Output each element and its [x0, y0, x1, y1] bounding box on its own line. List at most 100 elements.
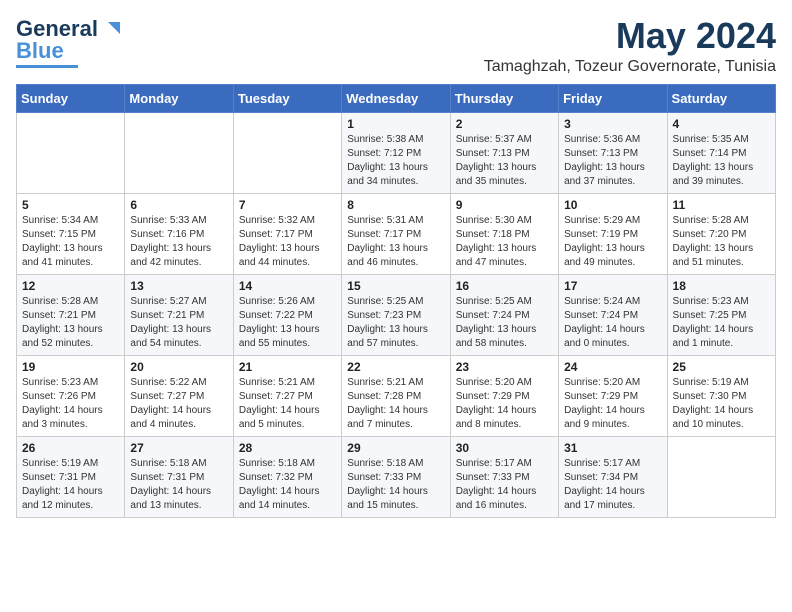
- day-content: Sunrise: 5:21 AMSunset: 7:28 PMDaylight:…: [347, 376, 444, 432]
- day-content: Sunrise: 5:19 AM Sunset: 7:30 PM Daylight:…: [673, 376, 770, 432]
- day-info-line: Sunset: 7:17 PM: [239, 229, 313, 240]
- day-info-line: Sunset: 7:31 PM: [22, 472, 96, 483]
- day-info-line: Daylight: 13 hours: [564, 162, 645, 173]
- calendar-cell: [667, 436, 775, 517]
- day-content: Sunrise: 5:24 AMSunset: 7:24 PMDaylight:…: [564, 295, 661, 351]
- calendar-cell: 31Sunrise: 5:17 AMSunset: 7:34 PMDayligh…: [559, 436, 667, 517]
- day-number: 17: [564, 279, 661, 293]
- day-info-line: Sunrise: 5:21 AM: [239, 377, 315, 388]
- day-info-line: Daylight: 14 hours: [22, 486, 103, 497]
- day-number: 6: [130, 198, 227, 212]
- day-info-line: Sunset: 7:27 PM: [130, 391, 204, 402]
- day-info-line: Sunrise: 5:20 AM: [564, 377, 640, 388]
- day-content: Sunrise: 5:18 AMSunset: 7:31 PMDaylight:…: [130, 457, 227, 513]
- day-info-line: Sunrise: 5:23 AM: [22, 377, 98, 388]
- day-info-line: Daylight: 13 hours: [22, 243, 103, 254]
- day-info-line: Sunset: 7:26 PM: [22, 391, 96, 402]
- day-content: Sunrise: 5:17 AMSunset: 7:33 PMDaylight:…: [456, 457, 553, 513]
- day-info-line: and 0 minutes.: [564, 338, 630, 349]
- calendar-cell: 5Sunrise: 5:34 AMSunset: 7:15 PMDaylight…: [17, 193, 125, 274]
- calendar-cell: 8Sunrise: 5:31 AMSunset: 7:17 PMDaylight…: [342, 193, 450, 274]
- day-info-line: and 35 minutes.: [456, 176, 527, 187]
- day-number: 21: [239, 360, 336, 374]
- day-info-line: Daylight: 13 hours: [456, 324, 537, 335]
- logo-underline: [16, 65, 78, 68]
- day-info-line: and 54 minutes.: [130, 338, 201, 349]
- day-info-line: and 17 minutes.: [564, 500, 635, 511]
- day-content: Sunrise: 5:22 AMSunset: 7:27 PMDaylight:…: [130, 376, 227, 432]
- day-info-line: Sunset: 7:30 PM: [673, 391, 747, 402]
- day-number: 22: [347, 360, 444, 374]
- day-content: Sunrise: 5:33 AMSunset: 7:16 PMDaylight:…: [130, 214, 227, 270]
- day-info-line: Sunrise: 5:26 AM: [239, 296, 315, 307]
- day-number: 15: [347, 279, 444, 293]
- day-info-line: Sunset: 7:27 PM: [239, 391, 313, 402]
- day-info-line: Daylight: 13 hours: [347, 324, 428, 335]
- week-row-5: 26Sunrise: 5:19 AMSunset: 7:31 PMDayligh…: [17, 436, 776, 517]
- day-info-line: and 14 minutes.: [239, 500, 310, 511]
- day-info-line: Sunset: 7:34 PM: [564, 472, 638, 483]
- day-number: 20: [130, 360, 227, 374]
- day-content: Sunrise: 5:25 AMSunset: 7:24 PMDaylight:…: [456, 295, 553, 351]
- calendar-cell: 17 Sunrise: 5:24 AMSunset: 7:24 PMDayligh…: [559, 274, 667, 355]
- day-content: Sunrise: 5:38 AMSunset: 7:12 PMDaylight:…: [347, 133, 444, 189]
- calendar-cell: 27 Sunrise: 5:18 AMSunset: 7:31 PMDayligh…: [125, 436, 233, 517]
- calendar-table: SundayMondayTuesdayWednesdayThursdayFrid…: [16, 84, 776, 518]
- day-info-line: Sunset: 7:16 PM: [130, 229, 204, 240]
- calendar-cell: 15Sunrise: 5:25 AMSunset: 7:23 PMDayligh…: [342, 274, 450, 355]
- location: Tamaghzah, Tozeur Governorate, Tunisia: [484, 58, 776, 76]
- day-content: Sunrise: 5:28 AMSunset: 7:20 PMDaylight:…: [673, 214, 770, 270]
- header-cell-saturday: Saturday: [667, 84, 775, 112]
- day-number: 25: [673, 360, 770, 374]
- day-info-line: and 55 minutes.: [239, 338, 310, 349]
- day-info-line: Daylight: 14 hours: [673, 405, 754, 416]
- day-info-line: Sunrise: 5:18 AM: [239, 458, 315, 469]
- day-info-line: Sunset: 7:25 PM: [673, 310, 747, 321]
- day-number: 24: [564, 360, 661, 374]
- calendar-cell: 20 Sunrise: 5:22 AMSunset: 7:27 PMDayligh…: [125, 355, 233, 436]
- day-number: 3: [564, 117, 661, 131]
- day-info-line: Sunset: 7:29 PM: [456, 391, 530, 402]
- calendar-cell: [17, 112, 125, 193]
- day-info-line: Daylight: 13 hours: [347, 162, 428, 173]
- day-content: Sunrise: 5:19 AMSunset: 7:31 PMDaylight:…: [22, 457, 119, 513]
- day-number: 27: [130, 441, 227, 455]
- calendar-cell: 21Sunrise: 5:21 AMSunset: 7:27 PMDayligh…: [233, 355, 341, 436]
- day-info-line: Daylight: 13 hours: [130, 324, 211, 335]
- day-content: Sunrise: 5:23 AMSunset: 7:26 PMDaylight:…: [22, 376, 119, 432]
- day-info-line: and 4 minutes.: [130, 419, 196, 430]
- day-info-line: Sunset: 7:33 PM: [456, 472, 530, 483]
- header-cell-tuesday: Tuesday: [233, 84, 341, 112]
- calendar-cell: 28Sunrise: 5:18 AMSunset: 7:32 PMDayligh…: [233, 436, 341, 517]
- header-row: SundayMondayTuesdayWednesdayThursdayFrid…: [17, 84, 776, 112]
- day-info-line: Daylight: 14 hours: [239, 486, 320, 497]
- calendar-cell: 11Sunrise: 5:28 AMSunset: 7:20 PMDayligh…: [667, 193, 775, 274]
- day-info-line: and 37 minutes.: [564, 176, 635, 187]
- day-info-line: Daylight: 13 hours: [456, 162, 537, 173]
- day-info-line: Sunset: 7:17 PM: [347, 229, 421, 240]
- week-row-4: 19Sunrise: 5:23 AMSunset: 7:26 PMDayligh…: [17, 355, 776, 436]
- day-number: 16: [456, 279, 553, 293]
- day-info-line: Daylight: 13 hours: [22, 324, 103, 335]
- day-info-line: Sunset: 7:24 PM: [456, 310, 530, 321]
- day-info-line: and 42 minutes.: [130, 257, 201, 268]
- calendar-cell: 13Sunrise: 5:27 AMSunset: 7:21 PMDayligh…: [125, 274, 233, 355]
- day-number: 12: [22, 279, 119, 293]
- day-info-line: Sunrise: 5:36 AM: [564, 134, 640, 145]
- day-number: 5: [22, 198, 119, 212]
- day-content: Sunrise: 5:18 AMSunset: 7:33 PMDaylight:…: [347, 457, 444, 513]
- header-cell-wednesday: Wednesday: [342, 84, 450, 112]
- header-cell-friday: Friday: [559, 84, 667, 112]
- day-info-line: Sunrise: 5:19 AM: [673, 377, 749, 388]
- day-content: Sunrise: 5:37 AMSunset: 7:13 PMDaylight:…: [456, 133, 553, 189]
- day-info-line: and 12 minutes.: [22, 500, 93, 511]
- day-info-line: Sunrise: 5:32 AM: [239, 215, 315, 226]
- day-info-line: Daylight: 13 hours: [564, 243, 645, 254]
- calendar-cell: 19Sunrise: 5:23 AMSunset: 7:26 PMDayligh…: [17, 355, 125, 436]
- day-info-line: and 52 minutes.: [22, 338, 93, 349]
- day-number: 23: [456, 360, 553, 374]
- day-info-line: and 46 minutes.: [347, 257, 418, 268]
- day-info-line: Daylight: 13 hours: [347, 243, 428, 254]
- day-content: Sunrise: 5:27 AMSunset: 7:21 PMDaylight:…: [130, 295, 227, 351]
- month-year: May 2024: [484, 16, 776, 56]
